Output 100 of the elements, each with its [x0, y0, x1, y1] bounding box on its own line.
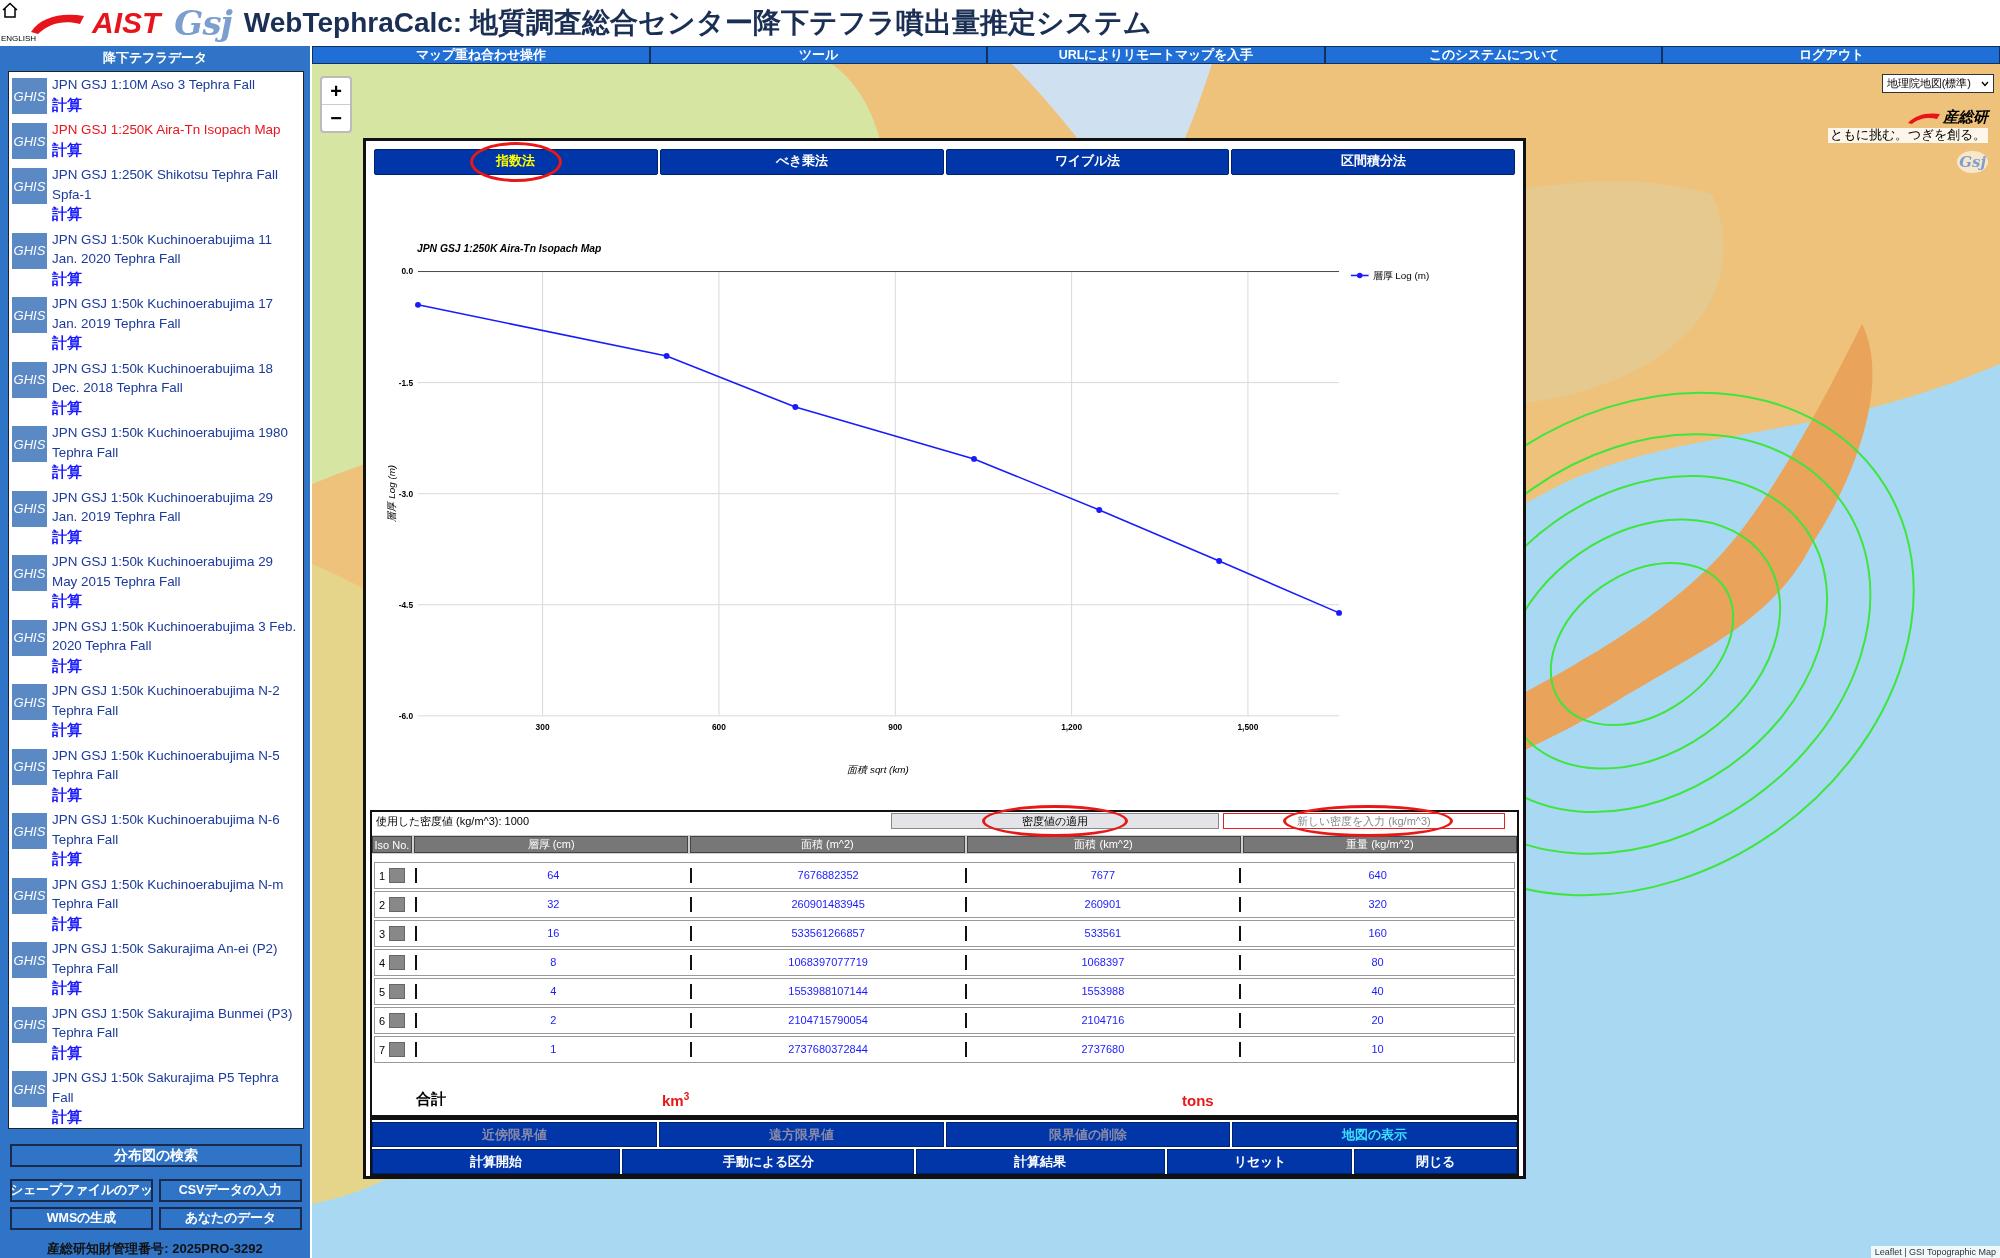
calculate-link[interactable]: 計算 [52, 333, 82, 353]
data-link[interactable]: JPN GSJ 1:50k Sakurajima An-ei (P2) Tephra Fall [52, 939, 301, 978]
data-link[interactable]: JPN GSJ 1:50k Kuchinoerabujima N-m Tephra Fall [52, 874, 301, 914]
table-cell: 2737680372844 [689, 1042, 965, 1057]
data-badge: GHIS [12, 361, 47, 398]
color-swatch[interactable] [389, 955, 406, 970]
calculate-link[interactable]: 計算 [52, 720, 82, 740]
tick-label: 600 [711, 721, 726, 732]
logo-text: 産総研 [1943, 108, 1988, 127]
apply-density-button[interactable]: 密度値の適用 [891, 813, 1219, 829]
calculate-link[interactable]: 計算 [52, 397, 82, 417]
table-cell: 533561266857 [689, 926, 965, 941]
menu-item[interactable]: URLによりリモートマップを入手 [987, 46, 1325, 64]
color-swatch[interactable] [389, 984, 406, 999]
data-link[interactable]: JPN GSJ 1:50k Kuchinoerabujima 17 Jan. 2019 Tephra Fall [52, 294, 301, 333]
calculate-link[interactable]: 計算 [52, 849, 82, 869]
action-button[interactable]: 閉じる [1353, 1149, 1517, 1174]
color-swatch[interactable] [389, 1042, 406, 1057]
search-button[interactable]: 分布図の検索 [10, 1144, 302, 1167]
table-cell: 7 [379, 1043, 386, 1056]
tab[interactable]: ワイブル法 [945, 149, 1230, 175]
calculate-link[interactable]: 計算 [52, 526, 82, 546]
data-link[interactable]: JPN GSJ 1:50k Sakurajima P5 Tephra Fall [52, 1068, 301, 1107]
menu-item[interactable]: マップ重ね合わせ操作 [312, 46, 650, 64]
data-link[interactable]: JPN GSJ 1:50k Kuchinoerabujima 29 May 2015 Tephra Fall [52, 552, 301, 591]
layer-select[interactable]: 地理院地図(標準) [1881, 74, 1994, 93]
calculate-link[interactable]: 計算 [52, 978, 82, 998]
data-badge: GHIS [12, 490, 47, 527]
menu-item[interactable]: このシステムについて [1324, 46, 1663, 64]
data-badge: GHIS [12, 168, 47, 204]
data-point [1336, 609, 1342, 616]
sidebar-button[interactable]: WMSの生成 [10, 1207, 153, 1230]
table-cell: 2 [415, 1013, 690, 1028]
language-link[interactable]: ENGLISH [1, 34, 37, 43]
table-cell: 260901 [964, 897, 1240, 912]
data-point [415, 301, 421, 308]
data-badge: GHIS [12, 426, 47, 462]
data-link[interactable]: JPN GSJ 1:250K Shikotsu Tephra Fall Spfa-1 [52, 165, 301, 204]
data-link[interactable]: JPN GSJ 1:50k Kuchinoerabujima N-5 Tephra Fall [52, 745, 301, 785]
calculate-link[interactable]: 計算 [52, 913, 82, 933]
zoom-out-button[interactable]: − [322, 104, 350, 131]
data-point [663, 352, 670, 359]
color-swatch[interactable] [389, 926, 406, 941]
attribution-text: Leaflet | GSI Topographic Map [1870, 1246, 2000, 1258]
data-link[interactable]: JPN GSJ 1:10M Aso 3 Tephra Fall [52, 75, 255, 95]
calculate-link[interactable]: 計算 [52, 139, 82, 159]
menu-item[interactable]: ログアウト [1662, 46, 2000, 64]
density-text: 使用した密度値 (kg/m^3): 1000 [375, 813, 531, 829]
table-cell: 1553988107144 [689, 984, 965, 999]
table-cell: 2104716 [964, 1013, 1240, 1028]
table-cell: 80 [1239, 955, 1514, 970]
color-swatch[interactable] [389, 868, 406, 883]
table-cell: 4 [415, 984, 690, 999]
tab[interactable]: 区間積分法 [1231, 149, 1515, 175]
data-badge: GHIS [12, 1006, 47, 1043]
tick-label: -3.0 [398, 488, 414, 499]
axis-label: 面積 sqrt (km) [847, 763, 909, 775]
color-swatch[interactable] [389, 1013, 406, 1028]
tick-label: -4.5 [398, 599, 414, 610]
tick-label: -1.5 [398, 377, 414, 388]
calculate-link[interactable]: 計算 [52, 655, 82, 675]
calculate-link[interactable]: 計算 [52, 784, 82, 804]
calculate-link[interactable]: 計算 [52, 591, 82, 611]
zoom-in-button[interactable]: + [322, 78, 350, 104]
calculate-link[interactable]: 計算 [52, 462, 82, 482]
app-title: WebTephraCalc: 地質調査総合センター降下テフラ噴出量推定システム [243, 6, 1152, 40]
data-link[interactable]: JPN GSJ 1:50k Sakurajima Bunmei (P3) Tephra Fall [52, 1003, 301, 1043]
data-link[interactable]: JPN GSJ 1:50k Kuchinoerabujima 11 Jan. 2020 Tephra Fall [52, 229, 301, 269]
data-link[interactable]: JPN GSJ 1:50k Kuchinoerabujima 18 Dec. 2018 Tephra Fall [52, 358, 301, 398]
table-cell: 64 [415, 868, 690, 883]
data-link[interactable]: JPN GSJ 1:50k Kuchinoerabujima N-6 Tephra Fall [52, 810, 301, 849]
data-link[interactable]: JPN GSJ 1:50k Kuchinoerabujima 3 Feb. 2020 Tephra Fall [52, 616, 301, 656]
density-input[interactable]: 新しい密度を入力 (kg/m^3) [1223, 813, 1505, 829]
data-link[interactable]: JPN GSJ 1:50k Kuchinoerabujima 29 Jan. 2019 Tephra Fall [52, 487, 301, 527]
sidebar-button[interactable]: CSVデータの入力 [159, 1179, 302, 1202]
color-swatch[interactable] [389, 897, 406, 912]
data-badge: GHIS [12, 942, 47, 978]
action-button[interactable]: 手動による区分 [622, 1149, 914, 1174]
tab[interactable]: 指数法 [374, 149, 658, 175]
home-icon[interactable] [2, 2, 18, 18]
action-button[interactable]: リセット [1167, 1149, 1352, 1174]
calculate-link[interactable]: 計算 [52, 1107, 82, 1127]
tool-button[interactable]: 地図の表示 [1232, 1122, 1517, 1147]
menu-item[interactable]: ツール [649, 46, 988, 64]
data-link[interactable]: JPN GSJ 1:50k Kuchinoerabujima 1980 Tephra Fall [52, 423, 301, 462]
axis-label: 層厚 Log (m) [386, 464, 398, 522]
tab[interactable]: べき乗法 [659, 149, 944, 175]
table-cell: 640 [1239, 868, 1514, 883]
caret-icon [1981, 80, 1989, 87]
sidebar-button[interactable]: あなたのデータ [159, 1207, 302, 1230]
column-header: 層厚 (cm) [414, 836, 689, 853]
calculate-link[interactable]: 計算 [52, 1042, 82, 1062]
tick-label: -6.0 [398, 710, 414, 721]
data-link[interactable]: JPN GSJ 1:250K Aira-Tn Isopach Map [52, 120, 281, 140]
action-button[interactable]: 計算結果 [915, 1149, 1166, 1174]
calculate-link[interactable]: 計算 [52, 204, 82, 224]
action-button[interactable]: 計算開始 [372, 1149, 621, 1174]
calculate-link[interactable]: 計算 [52, 268, 82, 288]
calculate-link[interactable]: 計算 [52, 94, 82, 114]
data-link[interactable]: JPN GSJ 1:50k Kuchinoerabujima N-2 Tephra Fall [52, 681, 301, 720]
